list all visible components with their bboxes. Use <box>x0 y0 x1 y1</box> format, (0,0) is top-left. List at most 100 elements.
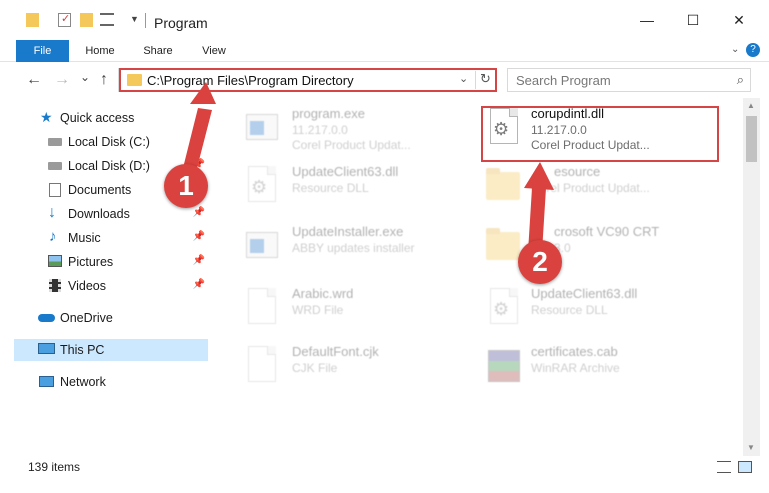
sidebar-item-label: OneDrive <box>60 311 113 325</box>
file-item[interactable]: ⚙ UpdateClient63.dll Resource DLL <box>476 284 712 336</box>
file-item[interactable]: Arabic.wrd WRD File <box>234 284 470 336</box>
navigation-pane: ★ Quick access Local Disk (C:) 📌 Local D… <box>0 98 212 456</box>
file-type: CJK File <box>292 361 338 375</box>
file-item[interactable]: DefaultFont.cjk CJK File <box>234 342 470 394</box>
pin-icon[interactable]: 📌 <box>193 255 205 266</box>
music-icon: ♪ <box>49 228 57 245</box>
file-item[interactable]: certificates.cab WinRAR Archive <box>476 342 712 394</box>
step-1-badge: 1 <box>164 164 208 208</box>
file-type: WinRAR Archive <box>531 361 620 375</box>
folder-icon[interactable] <box>26 13 39 27</box>
file-type: ABBY updates installer <box>292 241 415 255</box>
file-description: Corel Product Updat... <box>292 138 411 152</box>
file-name: crosoft VC90 CRT <box>554 224 660 239</box>
file-name: certificates.cab <box>531 344 618 359</box>
sidebar-item-label: Downloads <box>68 207 130 221</box>
file-name: UpdateClient63.dll <box>531 286 638 301</box>
separator <box>145 13 146 28</box>
file-name: Arabic.wrd <box>292 286 354 301</box>
scroll-down-icon[interactable]: ▼ <box>747 443 755 452</box>
sidebar-item-local-disk-c[interactable]: Local Disk (C:) 📌 <box>14 131 208 153</box>
archive-icon <box>484 346 522 390</box>
file-item[interactable]: program.exe 11.217.0.0 Corel Product Upd… <box>234 104 470 156</box>
sidebar-item-label: This PC <box>60 343 105 357</box>
download-icon: ↓ <box>48 204 56 221</box>
file-type: WRD File <box>292 303 344 317</box>
properties-icon[interactable]: ✓ <box>58 13 71 27</box>
network-icon <box>39 376 54 387</box>
window-title: Program <box>154 15 208 31</box>
file-icon <box>242 346 280 390</box>
star-icon: ★ <box>40 109 53 125</box>
sidebar-item-label: Local Disk (C:) <box>68 135 150 149</box>
step-2-badge: 2 <box>518 240 562 284</box>
items-count: 139 items <box>28 460 81 474</box>
sidebar-item-music[interactable]: ♪ Music 📌 <box>14 227 208 249</box>
file-icon <box>242 288 280 332</box>
drive-icon <box>48 138 62 146</box>
file-item[interactable]: ⚙ UpdateClient63.dll Resource DLL <box>234 162 470 214</box>
scrollbar-thumb[interactable] <box>746 116 757 162</box>
back-button[interactable]: ← <box>26 71 42 89</box>
file-type: Resource DLL <box>531 303 608 317</box>
search-icon[interactable]: ⌕ <box>737 72 744 88</box>
help-icon[interactable]: ? <box>746 43 760 57</box>
sidebar-item-pictures[interactable]: Pictures 📌 <box>14 251 208 273</box>
customize-toolbar-icon[interactable]: ▼ <box>130 14 139 24</box>
view-options-icon[interactable] <box>100 13 114 26</box>
file-type: Corel Product Updat... <box>531 181 650 195</box>
scroll-up-icon[interactable]: ▲ <box>747 101 755 110</box>
file-item[interactable]: crosoft VC90 CRT 3.0 <box>476 222 712 274</box>
installer-icon <box>242 226 280 270</box>
tab-share[interactable]: Share <box>137 40 179 62</box>
pin-icon[interactable]: 📌 <box>193 231 205 242</box>
sidebar-item-videos[interactable]: Videos 📌 <box>14 275 208 297</box>
file-item[interactable]: UpdateInstaller.exe ABBY updates install… <box>234 222 470 274</box>
vertical-scrollbar[interactable]: ▲ ▼ <box>743 98 760 456</box>
file-item[interactable]: esource Corel Product Updat... <box>476 162 712 214</box>
computer-icon <box>38 343 55 354</box>
sidebar-item-network[interactable]: Network <box>14 371 208 393</box>
up-button[interactable]: ↑ <box>100 71 108 89</box>
sidebar-item-this-pc[interactable]: This PC <box>14 339 208 361</box>
expand-ribbon-icon[interactable]: ⌄ <box>731 44 739 55</box>
details-view-icon[interactable] <box>717 461 731 473</box>
dll-icon: ⚙ <box>484 288 522 332</box>
sidebar-item-label: Network <box>60 375 106 389</box>
recent-locations-button[interactable]: ⌄ <box>80 70 90 84</box>
exe-icon <box>242 108 280 152</box>
videos-icon <box>49 279 61 292</box>
file-version: 11.217.0.0 <box>292 123 348 137</box>
maximize-button[interactable]: ☐ <box>670 0 716 40</box>
large-icons-view-icon[interactable] <box>738 461 752 473</box>
address-highlight <box>119 68 497 92</box>
tab-file[interactable]: File <box>16 40 69 62</box>
title-bar: ✓ ▼ Program — ☐ ✕ <box>0 0 769 40</box>
pin-icon[interactable]: 📌 <box>193 279 205 290</box>
sidebar-item-onedrive[interactable]: OneDrive <box>14 307 208 329</box>
ribbon-tabs: File Home Share View ⌄ ? <box>0 40 769 62</box>
file-name: DefaultFont.cjk <box>292 344 379 359</box>
dll-icon: ⚙ <box>242 166 280 210</box>
pictures-icon <box>48 255 62 267</box>
search-box[interactable]: Search Program ⌕ <box>507 68 751 92</box>
search-input[interactable]: Search Program <box>516 73 611 88</box>
sidebar-item-label: Local Disk (D:) <box>68 159 150 173</box>
drive-icon <box>48 162 62 170</box>
minimize-button[interactable]: — <box>624 0 670 40</box>
sidebar-item-label: Pictures <box>68 255 114 269</box>
file-name: UpdateClient63.dll <box>292 164 399 179</box>
forward-button[interactable]: → <box>54 71 70 89</box>
pin-icon[interactable]: 📌 <box>193 135 205 146</box>
close-button[interactable]: ✕ <box>716 0 762 40</box>
file-name: program.exe <box>292 106 365 121</box>
sidebar-item-quick-access[interactable]: ★ Quick access <box>14 107 208 129</box>
sidebar-item-label: Quick access <box>60 111 135 125</box>
file-name: UpdateInstaller.exe <box>292 224 404 239</box>
status-bar: 139 items <box>0 456 769 478</box>
tab-view[interactable]: View <box>196 40 232 62</box>
pin-icon[interactable]: 📌 <box>193 207 205 218</box>
documents-icon <box>49 183 61 197</box>
tab-home[interactable]: Home <box>80 40 120 62</box>
new-folder-icon[interactable] <box>80 13 93 27</box>
